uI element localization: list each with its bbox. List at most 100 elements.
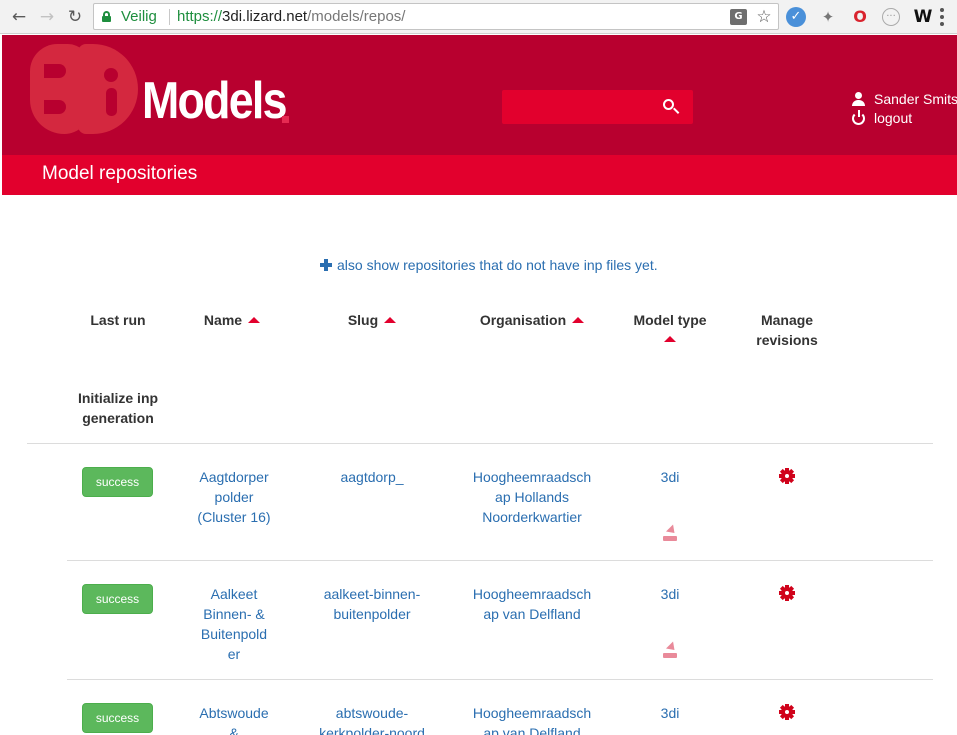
cell-line: Hoogheemraadsch: [472, 586, 592, 602]
cell-line: aalkeet-binnen-: [323, 586, 421, 602]
page-title-bar: Model repositories: [2, 155, 957, 195]
url-text[interactable]: https://3di.lizard.net/models/repos/: [177, 8, 405, 25]
repo-slug-link[interactable]: aagtdorp_: [317, 467, 427, 487]
cell-line: Binnen- &: [203, 606, 265, 622]
gear-icon[interactable]: [779, 585, 795, 601]
row-divider: [67, 560, 933, 561]
url-path: /models/repos/: [307, 8, 406, 25]
logout-label: logout: [874, 110, 913, 126]
extension-circle-icon[interactable]: ···: [882, 8, 900, 26]
sort-arrow-icon: [384, 317, 397, 323]
cell-line: Aalkeet: [210, 586, 258, 602]
logout-link[interactable]: logout: [850, 109, 957, 128]
show-all-label: also show repositories that do not have …: [337, 257, 658, 273]
download-icon[interactable]: [663, 641, 679, 658]
column-header-manage-revisions: Manage revisions: [742, 310, 832, 350]
cell-line: Hoogheemraadsch: [472, 705, 592, 721]
search-input[interactable]: [502, 90, 657, 124]
browser-toolbar: ← → ↻ Veilig https://3di.lizard.net/mode…: [0, 0, 957, 34]
cell-line: &: [229, 725, 239, 735]
column-header-slug[interactable]: Slug: [332, 310, 412, 330]
model-type-link[interactable]: 3di: [640, 703, 700, 723]
sort-arrow-icon: [572, 317, 585, 323]
power-icon: [852, 110, 865, 125]
page-title: Model repositories: [42, 163, 198, 184]
sort-arrow-icon: [248, 317, 261, 323]
search-box: [502, 90, 693, 124]
column-label: Last run: [90, 312, 146, 328]
organisation-link[interactable]: Hoogheemraadsch ap van Delfland: [467, 703, 597, 735]
cell-line: aagtdorp_: [340, 469, 404, 485]
column-label-line: generation: [82, 410, 154, 426]
repo-name-link[interactable]: Aalkeet Binnen- & Buitenpold er: [182, 584, 286, 664]
column-label: Name: [203, 312, 243, 328]
repo-name-link[interactable]: Abtswoude &: [182, 703, 286, 735]
cell-line: buitenpolder: [333, 606, 411, 622]
cell-line: er: [227, 646, 241, 662]
site-header: Models Sander Smits logout: [2, 35, 957, 155]
extension-w-icon[interactable]: W: [913, 7, 933, 27]
cell-line: ap van Delfland: [483, 725, 581, 735]
column-header-model-type[interactable]: Model type: [620, 310, 720, 342]
column-label: Model type: [633, 312, 707, 328]
column-label: Slug: [347, 312, 379, 328]
cell-line: Aagtdorper: [199, 469, 269, 485]
repo-name-link[interactable]: Aagtdorper polder (Cluster 16): [182, 467, 286, 527]
cell-line: polder: [214, 489, 254, 505]
organisation-link[interactable]: Hoogheemraadsch ap van Delfland: [467, 584, 597, 624]
sort-arrow-icon: [664, 336, 676, 342]
user-name: Sander Smits: [874, 91, 957, 107]
repo-slug-link[interactable]: aalkeet-binnen- buitenpolder: [317, 584, 427, 624]
address-divider: [169, 9, 170, 25]
lock-icon: [102, 11, 111, 22]
extension-bird-icon[interactable]: ✓: [786, 7, 806, 27]
address-bar[interactable]: Veilig https://3di.lizard.net/models/rep…: [93, 3, 779, 30]
column-label-line: Initialize inp: [77, 390, 159, 406]
status-badge[interactable]: success: [82, 703, 153, 733]
gear-icon[interactable]: [779, 468, 795, 484]
url-scheme: https://: [177, 8, 223, 25]
back-icon[interactable]: ←: [8, 6, 30, 28]
column-header-last-run[interactable]: Last run: [78, 310, 158, 330]
column-header-organisation[interactable]: Organisation: [472, 310, 592, 330]
3di-logo[interactable]: [30, 44, 138, 134]
cell-line: ap van Delfland: [483, 606, 581, 622]
translate-icon[interactable]: G: [730, 9, 747, 25]
user-profile-link[interactable]: Sander Smits: [850, 90, 957, 109]
cell-line: Noorderkwartier: [482, 509, 582, 525]
column-label-line: Manage: [760, 312, 814, 328]
search-icon[interactable]: [662, 98, 680, 116]
brand-title: Models: [142, 72, 287, 130]
user-menu: Sander Smits logout: [850, 90, 957, 128]
column-label-line: revisions: [756, 332, 818, 348]
gear-icon[interactable]: [779, 704, 795, 720]
reload-icon[interactable]: ↻: [64, 6, 86, 28]
main-content: also show repositories that do not have …: [2, 195, 957, 735]
column-label: Organisation: [479, 312, 567, 328]
extension-pin-icon[interactable]: ✦: [818, 7, 838, 27]
show-all-repos-link[interactable]: also show repositories that do not have …: [320, 257, 658, 273]
cell-line: abtswoude-: [335, 705, 409, 721]
row-divider: [67, 679, 933, 680]
cell-line: kerkpolder-noord: [319, 725, 425, 735]
repo-slug-link[interactable]: abtswoude- kerkpolder-noord: [317, 703, 427, 735]
browser-menu-icon[interactable]: [940, 8, 944, 26]
extension-opera-icon[interactable]: O: [850, 7, 870, 27]
cell-line: ap Hollands: [495, 489, 569, 505]
column-header-name[interactable]: Name: [192, 310, 272, 330]
url-host: 3di.lizard.net: [222, 8, 308, 25]
status-badge[interactable]: success: [82, 584, 153, 614]
forward-icon[interactable]: →: [36, 6, 58, 28]
column-header-initialize-inp: Initialize inp generation: [68, 388, 168, 428]
bookmark-star-icon[interactable]: ☆: [755, 7, 773, 27]
user-icon: [852, 92, 865, 106]
plus-icon: [320, 259, 332, 271]
model-type-link[interactable]: 3di: [640, 584, 700, 604]
cell-line: Abtswoude: [199, 705, 269, 721]
cell-line: Buitenpold: [200, 626, 268, 642]
organisation-link[interactable]: Hoogheemraadsch ap Hollands Noorderkwart…: [467, 467, 597, 527]
model-type-link[interactable]: 3di: [640, 467, 700, 487]
download-icon[interactable]: [663, 524, 679, 541]
status-badge[interactable]: success: [82, 467, 153, 497]
table-header-divider: [27, 443, 933, 444]
